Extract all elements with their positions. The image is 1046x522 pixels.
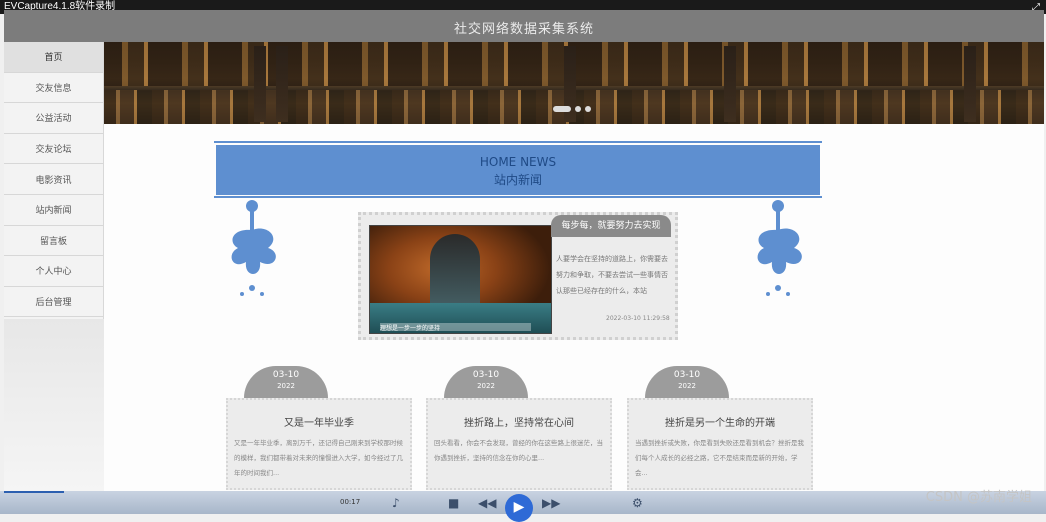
news-card-body: 挫折是另一个生命的开端 当遇到挫折或失败，你是看到失败还是看到机会？挫折是我们每… (627, 398, 813, 490)
volume-icon[interactable]: ♪ (392, 496, 400, 510)
flower-ornament-right-icon (757, 200, 802, 296)
banner-pillar (254, 46, 266, 122)
carousel-dot[interactable] (585, 106, 591, 112)
news-card-text: 当遇到挫折或失败，你是看到失败还是看到机会？挫折是我们每个人成长的必经之路，它不… (635, 439, 804, 477)
banner-pillar (276, 46, 288, 122)
carousel-indicators (553, 106, 591, 112)
news-card-year: 2022 (277, 382, 295, 390)
site-header: 社交网络数据采集系统 (4, 10, 1044, 42)
news-card-date-tab: 03-10 2022 (444, 366, 528, 398)
sidebar-item-news[interactable]: 站内新闻 (4, 195, 103, 226)
news-card-body: 挫折路上，坚持常在心间 回头看看，你会不会发现，曾经的你在这些路上很迷茫，当你遇… (426, 398, 612, 490)
news-card-title[interactable]: 挫折是另一个生命的开端 (629, 414, 811, 429)
sidebar-item-messages[interactable]: 留言板 (4, 226, 103, 257)
news-header: HOME NEWS 站内新闻 (216, 145, 820, 195)
featured-news-image[interactable]: 理想是一步一步的坚持 (369, 225, 552, 334)
stop-icon[interactable]: ■ (448, 496, 459, 510)
sidebar-item-admin[interactable]: 后台管理 (4, 287, 103, 318)
settings-icon[interactable]: ⚙ (632, 496, 643, 510)
news-card-year: 2022 (477, 382, 495, 390)
rewind-icon[interactable]: ◀◀ (478, 496, 496, 510)
news-card-text: 回头看看，你会不会发现，曾经的你在这些路上很迷茫，当你遇到挫折，坚持的信念在你的… (434, 439, 603, 462)
news-card-text: 又是一年毕业季，离别万千，还记得自己刚来到学校那时候的模样，我们都带着对未来的憧… (234, 439, 403, 477)
news-header-en: HOME NEWS (479, 155, 557, 169)
playback-progress[interactable] (4, 491, 64, 493)
csdn-watermark: CSDN @苏南学姐 (925, 490, 1032, 505)
news-card-year: 2022 (678, 382, 696, 390)
sidebar-item-charity[interactable]: 公益活动 (4, 103, 103, 134)
play-button[interactable]: ▶ (505, 494, 533, 522)
playback-time: 00:17 (340, 498, 361, 506)
news-card-date: 03-10 (673, 370, 701, 380)
featured-news-title[interactable]: 每步每，就要努力去实现 (551, 215, 671, 237)
video-player-bar: 00:17 ♪ ■ ◀◀ ▶ ▶▶ ⚙ (0, 491, 1046, 522)
news-card[interactable]: 03-10 2022 挫折是另一个生命的开端 当遇到挫折或失败，你是看到失败还是… (627, 366, 813, 490)
news-card-title[interactable]: 挫折路上，坚持常在心间 (428, 414, 610, 429)
sidebar-item-dating-info[interactable]: 交友信息 (4, 73, 103, 104)
news-card-date-tab: 03-10 2022 (244, 366, 328, 398)
sidebar-nav: 首页 交友信息 公益活动 交友论坛 电影资讯 站内新闻 留言板 个人中心 后台管… (4, 42, 104, 319)
banner-carousel[interactable] (104, 42, 1044, 124)
featured-news-excerpt: 人要学会在坚持的道路上，你需要去努力和争取，不要去尝试一些事情否认那些已经存在的… (556, 255, 668, 295)
carousel-dot[interactable] (553, 106, 571, 112)
news-card-date-tab: 03-10 2022 (645, 366, 729, 398)
news-card-body: 又是一年毕业季 又是一年毕业季，离别万千，还记得自己刚来到学校那时候的模样，我们… (226, 398, 412, 490)
sidebar-item-movies[interactable]: 电影资讯 (4, 164, 103, 195)
sidebar-item-profile[interactable]: 个人中心 (4, 256, 103, 287)
featured-news-date: 2022-03-10 11:29:58 (606, 315, 670, 322)
news-header-zh: 站内新闻 (493, 173, 542, 187)
news-card-date: 03-10 (472, 370, 500, 380)
fast-forward-icon[interactable]: ▶▶ (542, 496, 560, 510)
banner-pillar (964, 46, 976, 122)
news-card[interactable]: 03-10 2022 挫折路上，坚持常在心间 回头看看，你会不会发现，曾经的你在… (426, 366, 612, 490)
banner-pillar (724, 46, 736, 122)
flower-ornament-left-icon (231, 200, 276, 296)
news-card-title[interactable]: 又是一年毕业季 (228, 414, 410, 429)
sidebar-item-forum[interactable]: 交友论坛 (4, 134, 103, 165)
carousel-dot[interactable] (575, 106, 581, 112)
news-card-date: 03-10 (272, 370, 300, 380)
news-card[interactable]: 03-10 2022 又是一年毕业季 又是一年毕业季，离别万千，还记得自己刚来到… (226, 366, 412, 490)
site-title: 社交网络数据采集系统 (453, 22, 594, 37)
sidebar-item-home[interactable]: 首页 (4, 42, 103, 73)
sidebar-background (4, 319, 104, 491)
image-caption: 理想是一步一步的坚持 (380, 323, 531, 332)
featured-news-card[interactable]: 理想是一步一步的坚持 每步每，就要努力去实现 人要学会在坚持的道路上，你需要去努… (358, 212, 678, 340)
